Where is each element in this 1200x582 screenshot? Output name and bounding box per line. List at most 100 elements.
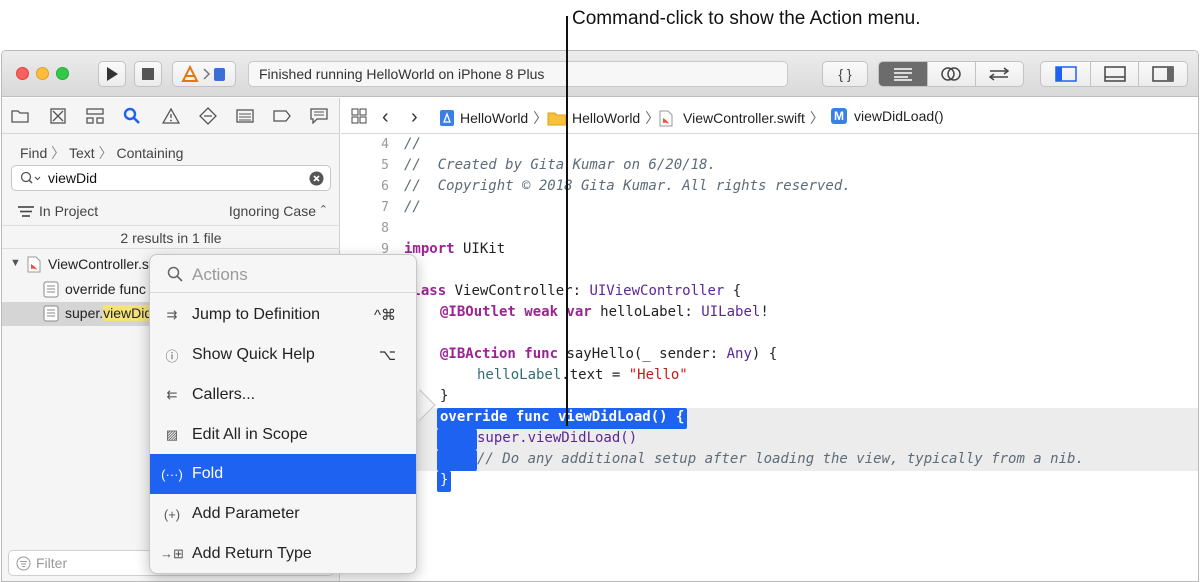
scope-selector[interactable]: In Project (39, 203, 98, 219)
menu-item-edit-all-in-scope[interactable]: ▨ Edit All in Scope (150, 415, 416, 455)
find-crumb-action[interactable]: Find (20, 145, 47, 161)
library-button[interactable]: { } (822, 61, 868, 87)
tab-symbols[interactable] (86, 107, 104, 125)
menu-item-add-parameter[interactable]: (+) Add Parameter (150, 494, 416, 534)
back-button[interactable]: ‹ (382, 106, 389, 129)
source-editor[interactable]: 4 // 5 // Created by Gita Kumar on 6/20/… (341, 135, 1198, 581)
menu-item-label: Callers... (192, 386, 256, 403)
scheme-selector[interactable] (172, 61, 236, 87)
edit-scope-icon: ▨ (165, 427, 179, 442)
find-scope-row: In Project Ignoring Case ⌃ (2, 202, 340, 222)
forward-button[interactable]: › (411, 106, 418, 129)
jump-project[interactable]: HelloWorld 〉 (439, 108, 547, 128)
menu-item-jump-to-definition[interactable]: ⇉ Jump to Definition ^⌘ (150, 295, 416, 335)
braces-icon: { } (838, 66, 852, 82)
zoom-window-button[interactable] (56, 67, 69, 80)
source-control-icon (50, 108, 66, 124)
activity-status: Finished running HelloWorld on iPhone 8 … (248, 61, 788, 87)
navigator-toggle-button[interactable] (1041, 62, 1091, 86)
find-crumb-match[interactable]: Containing (116, 145, 183, 161)
version-editor-button[interactable] (976, 62, 1023, 86)
menu-item-callers[interactable]: ⇇ Callers... (150, 375, 416, 415)
related-items-button[interactable] (351, 108, 367, 124)
find-mode-breadcrumb[interactable]: Find 〉 Text 〉 Containing (20, 143, 183, 163)
chevron-right-icon: 〉 (645, 110, 660, 126)
code-text: helloLabel.text = "Hello" (477, 367, 688, 383)
code-text: super.viewDidLoad() (477, 430, 638, 446)
tab-debug[interactable] (236, 107, 254, 125)
add-return-type-icon: →⊞ (160, 546, 184, 561)
search-icon (123, 107, 140, 124)
menu-item-show-quick-help[interactable]: ⓘ Show Quick Help ⌥ (150, 335, 416, 375)
tab-breakpoints[interactable] (273, 107, 291, 125)
close-window-button[interactable] (16, 67, 29, 80)
code-text: @IBOutlet weak var helloLabel: UILabel! (440, 304, 769, 320)
inspector-toggle-icon (1152, 66, 1174, 82)
updown-chevron-icon[interactable]: ⌃ (319, 203, 328, 216)
menu-item-label: Jump to Definition (192, 306, 321, 323)
assistant-editor-button[interactable] (928, 62, 976, 86)
tab-tests[interactable] (199, 107, 217, 125)
stop-button[interactable] (134, 61, 162, 87)
standard-editor-button[interactable] (879, 62, 929, 86)
code-line-highlighted: super.viewDidLoad() (341, 429, 1198, 450)
add-parameter-icon: (+) (163, 506, 181, 522)
code-line: class ViewController: UIViewController { (341, 282, 1198, 303)
action-search-field[interactable]: Actions (150, 255, 416, 293)
find-search-value: viewDid (48, 170, 98, 186)
tab-find[interactable] (123, 107, 141, 125)
case-mode-selector[interactable]: Ignoring Case (229, 203, 316, 219)
menu-item-label: Add Return Type (192, 545, 312, 562)
editor-mode-segment (878, 61, 1024, 87)
find-search-field[interactable]: viewDid (11, 165, 331, 191)
search-options-icon[interactable] (20, 171, 42, 185)
code-line: 7 // (341, 198, 1198, 219)
clear-search-icon[interactable] (309, 171, 324, 186)
report-icon (310, 108, 328, 124)
debug-toggle-button[interactable] (1091, 62, 1139, 86)
code-line-highlighted: override func viewDidLoad() { (341, 408, 1198, 429)
jump-file[interactable]: ViewController.swift 〉 (659, 108, 824, 128)
version-editor-icon (989, 67, 1010, 81)
disclosure-triangle-icon[interactable]: ▼ (10, 257, 21, 269)
toolbar: Finished running HelloWorld on iPhone 8 … (2, 51, 1198, 97)
tab-reports[interactable] (310, 107, 328, 125)
tab-source-control[interactable] (49, 107, 67, 125)
menu-item-fold[interactable]: (···) Fold (150, 454, 416, 494)
jump-group[interactable]: HelloWorld 〉 (547, 108, 659, 128)
chevron-left-icon: ‹ (382, 106, 389, 128)
debug-icon (236, 109, 254, 123)
code-line: } (341, 387, 1198, 408)
folder-icon (11, 110, 29, 123)
run-icon (107, 67, 118, 81)
code-line: @IBOutlet weak var helloLabel: UILabel! (341, 303, 1198, 324)
minimize-window-button[interactable] (36, 67, 49, 80)
code-text: @IBAction func sayHello(_ sender: Any) { (440, 346, 778, 362)
tab-issues[interactable] (162, 107, 180, 125)
action-search-placeholder: Actions (192, 265, 248, 284)
method-icon: M (831, 108, 847, 124)
selected-code: } (437, 471, 452, 492)
code-line: } (341, 471, 1198, 492)
callout-line (566, 16, 568, 426)
result-file-name: ViewController.s (48, 256, 149, 272)
menu-item-add-return-type[interactable]: →⊞ Add Return Type (150, 534, 416, 574)
code-line: @IBAction func sayHello(_ sender: Any) { (341, 345, 1198, 366)
chevron-right-icon: 〉 (533, 110, 548, 126)
callers-icon: ⇇ (166, 387, 178, 402)
line-number: 5 (381, 158, 389, 173)
selected-code: override func viewDidLoad() { (437, 408, 688, 429)
crumb-separator-icon: 〉 (51, 145, 66, 161)
run-button[interactable] (98, 61, 126, 87)
jump-method[interactable]: M viewDidLoad() (831, 108, 943, 124)
line-number: 8 (381, 221, 389, 236)
menu-item-label: Add Parameter (192, 505, 300, 522)
inspector-toggle-button[interactable] (1139, 62, 1187, 86)
chevron-right-icon: › (411, 106, 418, 128)
result-match-prefix: super. (65, 305, 104, 321)
tab-project[interactable] (11, 107, 29, 125)
find-crumb-kind[interactable]: Text (69, 145, 95, 161)
menu-item-shortcut: ⌥ (378, 347, 396, 364)
results-summary: 2 results in 1 file (2, 225, 340, 249)
test-icon (199, 107, 217, 125)
